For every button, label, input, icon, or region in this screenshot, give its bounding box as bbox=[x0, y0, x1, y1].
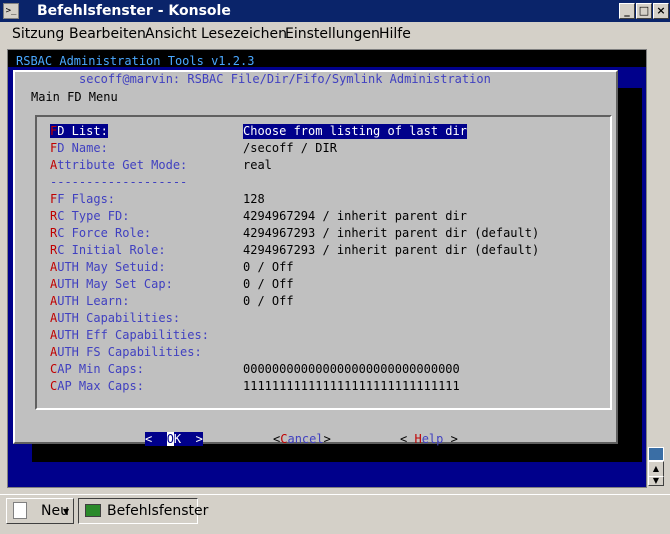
menu-row-value: 0 / Off bbox=[243, 260, 294, 274]
menu-ansicht[interactable]: Ansicht bbox=[145, 25, 197, 43]
title-bar: >_ Befehlsfenster - Konsole _ □ × bbox=[0, 0, 670, 22]
menu-bar: Sitzung Bearbeiten Ansicht Lesezeichen E… bbox=[2, 22, 668, 46]
menu-row-label: CAP Min Caps: bbox=[50, 362, 144, 376]
menu-row-value: /secoff / DIR bbox=[243, 141, 337, 155]
menu-row-value: 0 / Off bbox=[243, 294, 294, 308]
ok-button[interactable]: < OK > bbox=[145, 432, 203, 447]
menu-row[interactable]: FF Flags: 128 bbox=[50, 192, 605, 207]
menu-row[interactable]: AUTH Eff Capabilities: bbox=[50, 328, 605, 343]
menu-row[interactable]: RC Type FD: 4294967294 / inherit parent d… bbox=[50, 209, 605, 224]
session-tab-label: Befehlsfenster bbox=[107, 503, 209, 519]
menu-row[interactable]: AUTH FS Capabilities: bbox=[50, 345, 605, 360]
menu-row-label: Attribute Get Mode: bbox=[50, 158, 188, 172]
dialog-title: secoff@marvin: RSBAC File/Dir/Fifo/Symli… bbox=[79, 72, 491, 87]
cancel-button[interactable]: <Cancel> bbox=[273, 432, 331, 447]
session-tab-befehlsfenster[interactable]: Befehlsfenster bbox=[78, 498, 208, 524]
menu-row[interactable]: AUTH Learn: 0 / Off bbox=[50, 294, 605, 309]
terminal-icon bbox=[85, 504, 101, 517]
terminal-scrollbar[interactable]: ▲ ▼ bbox=[647, 49, 665, 486]
scrollbar-track[interactable] bbox=[648, 87, 664, 447]
session-tab-bar: Neu ▼ Befehlsfenster bbox=[0, 494, 670, 534]
menu-lesezeichen[interactable]: Lesezeichen bbox=[201, 25, 287, 43]
menu-row-label: AUTH Eff Capabilities: bbox=[50, 328, 209, 342]
menu-row-value: 4294967293 / inherit parent dir (default… bbox=[243, 226, 540, 240]
menu-row[interactable]: AUTH Capabilities: bbox=[50, 311, 605, 326]
menu-row[interactable]: FD List: Choose from listing of last dir bbox=[50, 124, 605, 139]
menu-row[interactable]: RC Initial Role: 4294967293 / inherit par… bbox=[50, 243, 605, 258]
menu-row[interactable]: Attribute Get Mode: real bbox=[50, 158, 605, 173]
fd-admin-dialog: secoff@marvin: RSBAC File/Dir/Fifo/Symli… bbox=[13, 70, 618, 447]
menu-row-value: 0 / Off bbox=[243, 277, 294, 291]
menu-row-label: RC Force Role: bbox=[50, 226, 152, 240]
menu-row-label: RC Initial Role: bbox=[50, 243, 166, 257]
menu-row[interactable]: AUTH May Set Cap: 0 / Off bbox=[50, 277, 605, 292]
menu-hilfe[interactable]: Hilfe bbox=[379, 25, 411, 43]
konsole-app-icon[interactable]: >_ bbox=[3, 3, 19, 19]
help-button[interactable]: < Help > bbox=[400, 432, 458, 447]
menu-row-label: CAP Max Caps: bbox=[50, 379, 144, 393]
menu-row-label: AUTH May Set Cap: bbox=[50, 277, 173, 291]
menu-row[interactable]: RC Force Role: 4294967293 / inherit paren… bbox=[50, 226, 605, 241]
menu-row[interactable]: AUTH May Setuid: 0 / Off bbox=[50, 260, 605, 275]
scroll-up-arrow-icon[interactable]: ▲ bbox=[648, 461, 664, 477]
menu-row-label: FD List: bbox=[50, 124, 108, 138]
menu-row[interactable]: CAP Min Caps: 000000000000000000000000000… bbox=[50, 362, 605, 377]
scrollbar-thumb[interactable] bbox=[648, 447, 664, 461]
menu-row-value: 128 bbox=[243, 192, 265, 206]
menu-title: Main FD Menu bbox=[31, 90, 118, 104]
scroll-down-arrow-icon[interactable]: ▼ bbox=[648, 476, 664, 486]
new-session-button[interactable]: Neu ▼ bbox=[6, 498, 74, 524]
new-document-icon bbox=[13, 502, 27, 519]
close-button[interactable]: × bbox=[653, 3, 669, 19]
menu-row[interactable]: FD Name: /secoff / DIR bbox=[50, 141, 605, 156]
menu-row-value: 000000000000000000000000000000 bbox=[243, 362, 460, 376]
menu-sitzung[interactable]: Sitzung bbox=[12, 25, 64, 43]
menu-row-label: AUTH FS Capabilities: bbox=[50, 345, 202, 359]
dialog-shadow-right bbox=[618, 88, 642, 462]
menu-list: FD List: Choose from listing of last dir F… bbox=[35, 115, 612, 410]
window-title: Befehlsfenster - Konsole bbox=[37, 3, 231, 19]
menu-row-label: FF Flags: bbox=[50, 192, 116, 206]
menu-row-label: FD Name: bbox=[50, 141, 108, 155]
menu-bearbeiten[interactable]: Bearbeiten bbox=[69, 25, 146, 43]
menu-row-label: ------------------- bbox=[50, 175, 188, 189]
menu-row-value: Choose from listing of last dir bbox=[243, 124, 467, 139]
terminal-area[interactable]: RSBAC Administration Tools v1.2.3 secoff… bbox=[7, 49, 647, 488]
menu-row-label: AUTH May Setuid: bbox=[50, 260, 166, 274]
menu-row-label: AUTH Capabilities: bbox=[50, 311, 181, 325]
menu-row-value: real bbox=[243, 158, 272, 172]
minimize-button[interactable]: _ bbox=[619, 3, 635, 19]
dialog-shadow-bottom bbox=[32, 444, 642, 462]
maximize-button[interactable]: □ bbox=[636, 3, 652, 19]
menu-row-value: 4294967294 / inherit parent dir bbox=[243, 209, 467, 223]
menu-row[interactable]: ------------------- bbox=[50, 175, 605, 190]
menu-row-value: 4294967293 / inherit parent dir (default… bbox=[243, 243, 540, 257]
menu-einstellungen[interactable]: Einstellungen bbox=[285, 25, 380, 43]
menu-row[interactable]: CAP Max Caps: 111111111111111111111111111… bbox=[50, 379, 605, 394]
menu-row-label: AUTH Learn: bbox=[50, 294, 130, 308]
menu-row-label: RC Type FD: bbox=[50, 209, 130, 223]
chevron-down-icon[interactable]: ▼ bbox=[63, 507, 69, 517]
menu-row-value: 111111111111111111111111111111 bbox=[243, 379, 460, 393]
